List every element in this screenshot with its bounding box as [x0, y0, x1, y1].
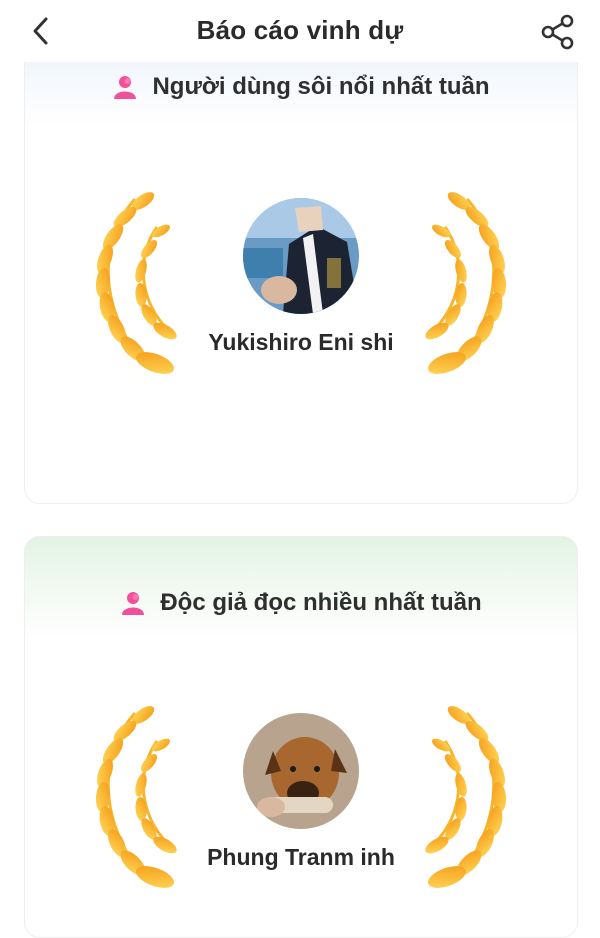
user-name[interactable]: Yukishiro Eni shi	[201, 327, 401, 358]
card-heading-text: Độc giả đọc nhiều nhất tuần	[160, 589, 482, 616]
honor-card-top-reader: Độc giả đọc nhiều nhất tuần Phung Tranm …	[24, 536, 578, 938]
laurel-right-icon	[421, 191, 510, 380]
user-icon	[122, 592, 145, 615]
avatar[interactable]	[243, 713, 359, 829]
share-button[interactable]	[538, 12, 578, 52]
avatar[interactable]	[243, 198, 359, 314]
card-heading-text: Người dùng sôi nổi nhất tuần	[152, 73, 490, 100]
top-bar: Báo cáo vinh dự	[0, 0, 600, 62]
user-icon	[114, 76, 137, 99]
share-icon	[541, 14, 574, 50]
honor-card-active-user: Người dùng sôi nổi nhất tuần Yukishiro E…	[24, 44, 578, 504]
laurel-right-icon	[421, 705, 510, 894]
card-heading: Độc giả đọc nhiều nhất tuần	[25, 589, 577, 617]
card-heading: Người dùng sôi nổi nhất tuần	[25, 73, 577, 101]
page-title: Báo cáo vinh dự	[196, 15, 404, 45]
laurel-left-icon	[92, 191, 181, 380]
laurel-left-icon	[92, 705, 181, 894]
user-name[interactable]: Phung Tranm inh	[201, 842, 401, 873]
